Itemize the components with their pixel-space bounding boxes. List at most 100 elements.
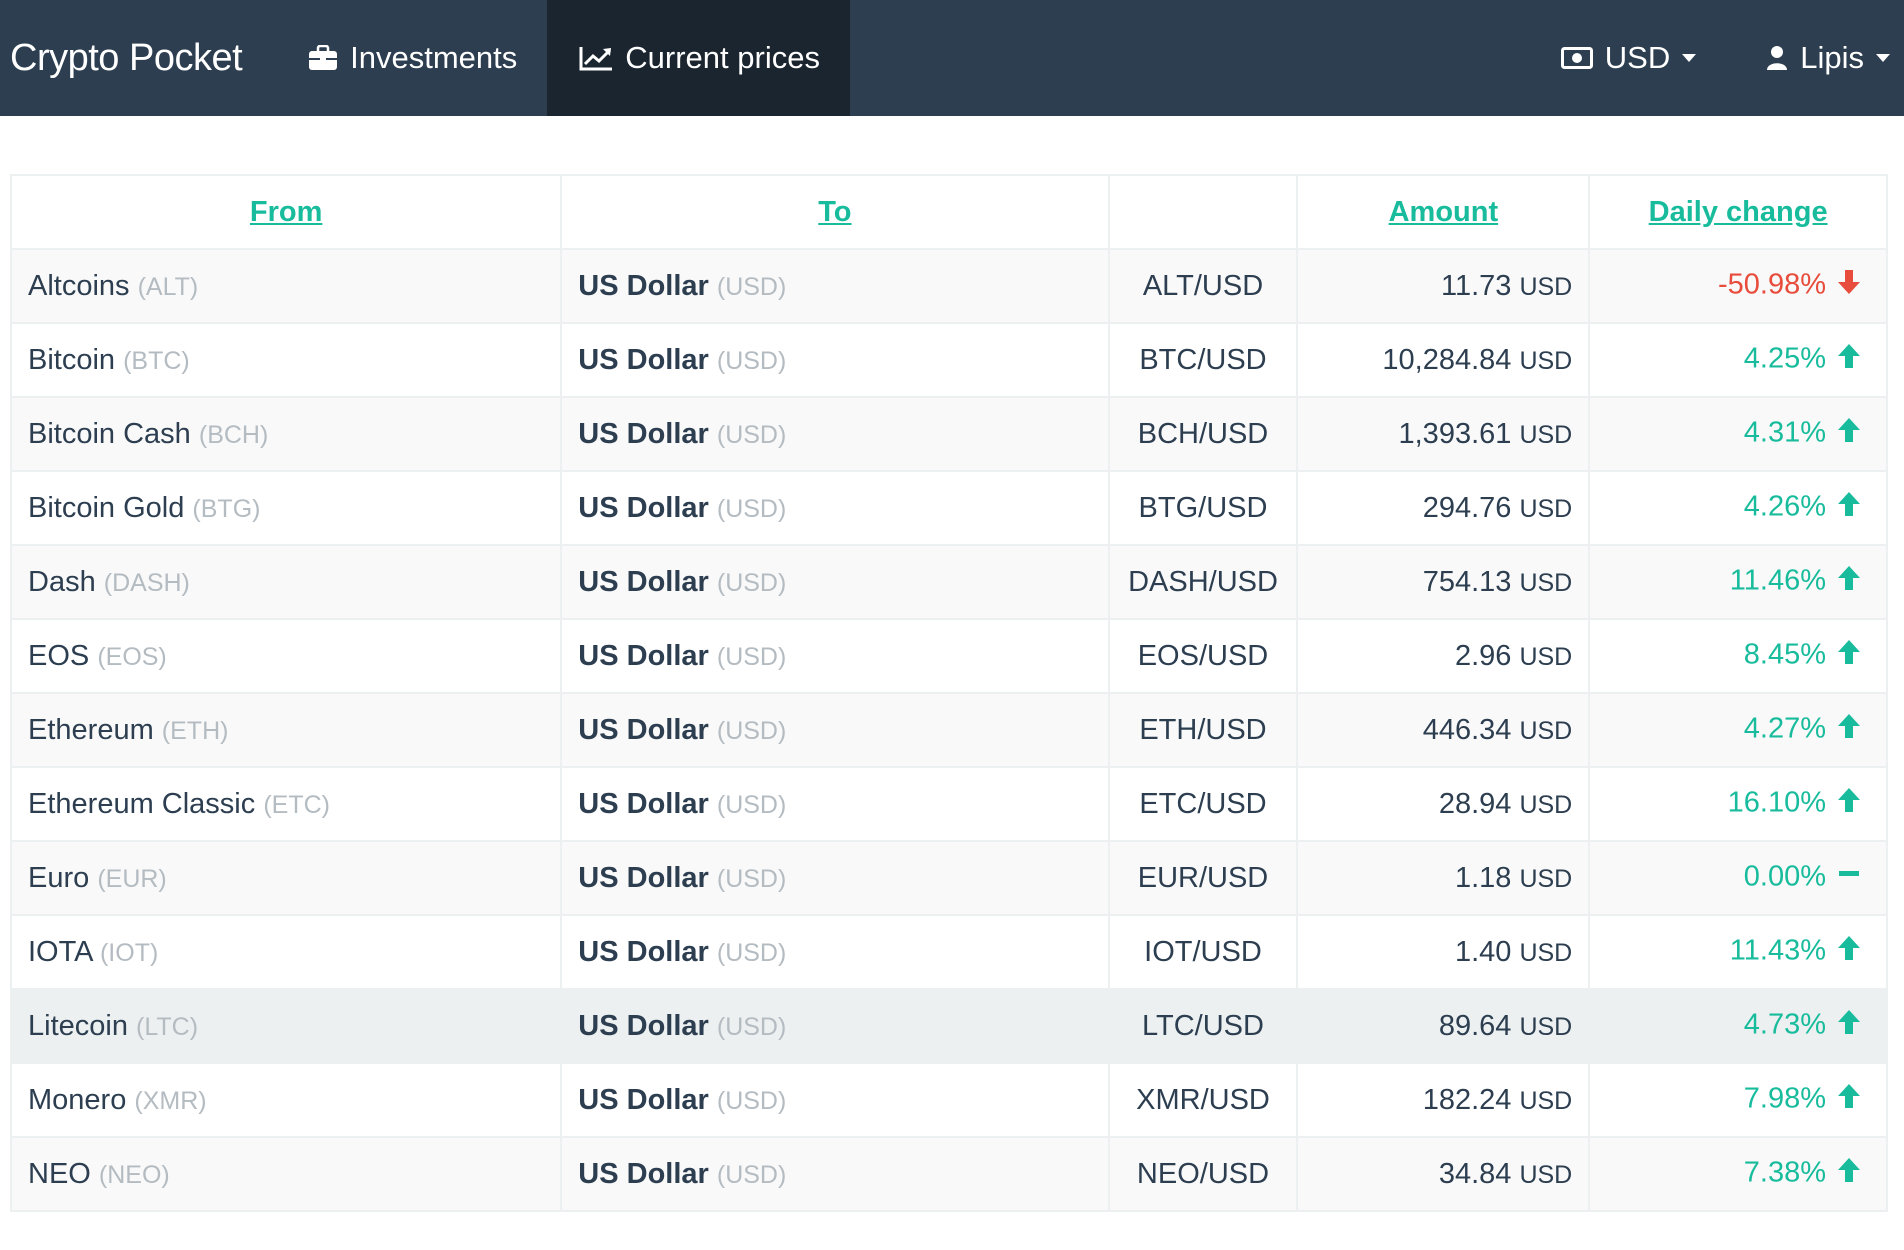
- amount-value: 1.18: [1454, 861, 1512, 894]
- table-row[interactable]: Ethereum Classic (ETC) US Dollar (USD) ETC…: [9, 766, 1888, 842]
- sort-from-link[interactable]: From: [250, 196, 323, 228]
- user-dropdown[interactable]: Lipis: [1736, 0, 1904, 116]
- to-name: US Dollar: [578, 565, 709, 598]
- to-name: US Dollar: [578, 713, 709, 746]
- arrow-up-icon: [1834, 342, 1864, 378]
- to-code: (USD): [716, 1012, 787, 1041]
- table-row[interactable]: Euro (EUR) US Dollar (USD) EUR/USD 1.18 USD…: [9, 840, 1888, 916]
- from-code: (EUR): [97, 864, 167, 893]
- table-row[interactable]: Bitcoin Gold (BTG) US Dollar (USD) BTG/USD…: [9, 470, 1888, 546]
- cell-to: US Dollar (USD): [560, 840, 1110, 916]
- to-code: (USD): [716, 420, 787, 449]
- cell-pair: BTC/USD: [1107, 322, 1299, 398]
- caret-down-icon: [1876, 54, 1890, 62]
- to-name: US Dollar: [578, 1009, 709, 1042]
- cell-pair: BTG/USD: [1107, 470, 1299, 546]
- from-name: NEO: [28, 1157, 91, 1190]
- sort-amount-link[interactable]: Amount: [1389, 196, 1499, 228]
- to-name: US Dollar: [578, 491, 709, 524]
- cell-amount: 1,393.61 USD: [1296, 396, 1591, 472]
- nav-current-prices[interactable]: Current prices: [547, 0, 850, 116]
- from-name: Bitcoin: [28, 343, 116, 376]
- table-row[interactable]: Ethereum (ETH) US Dollar (USD) ETH/USD 446.…: [9, 692, 1888, 768]
- table-row[interactable]: Litecoin (LTC) US Dollar (USD) LTC/USD 89.6…: [9, 988, 1888, 1064]
- table-row[interactable]: NEO (NEO) US Dollar (USD) NEO/USD 34.84 USD…: [9, 1136, 1888, 1212]
- cell-amount: 10,284.84 USD: [1296, 322, 1591, 398]
- to-code: (USD): [716, 568, 787, 597]
- cell-amount: 1.18 USD: [1296, 840, 1591, 916]
- minus-icon: [1834, 860, 1864, 896]
- from-code: (DASH): [103, 568, 190, 597]
- cell-daily-change: -50.98%: [1588, 248, 1888, 324]
- table-row[interactable]: Bitcoin (BTC) US Dollar (USD) BTC/USD 10,28…: [9, 322, 1888, 398]
- cell-to: US Dollar (USD): [560, 322, 1110, 398]
- cell-from: IOTA (IOT): [9, 914, 563, 990]
- amount-value: 182.24: [1422, 1083, 1512, 1116]
- from-name: Euro: [28, 861, 90, 894]
- header-to: To: [560, 174, 1110, 250]
- amount-unit: USD: [1519, 346, 1573, 375]
- cell-to: US Dollar (USD): [560, 692, 1110, 768]
- amount-unit: USD: [1519, 642, 1573, 671]
- amount-value: 446.34: [1422, 713, 1512, 746]
- to-code: (USD): [716, 642, 787, 671]
- to-code: (USD): [716, 716, 787, 745]
- amount-value: 294.76: [1422, 491, 1512, 524]
- from-name: Bitcoin Gold: [28, 491, 185, 524]
- header-amount: Amount: [1296, 174, 1591, 250]
- cell-pair: LTC/USD: [1107, 988, 1299, 1064]
- cell-amount: 34.84 USD: [1296, 1136, 1591, 1212]
- to-code: (USD): [716, 790, 787, 819]
- arrow-up-icon: [1834, 1156, 1864, 1192]
- amount-unit: USD: [1519, 938, 1573, 967]
- table-row[interactable]: Altcoins (ALT) US Dollar (USD) ALT/USD 11.7…: [9, 248, 1888, 324]
- cell-from: Bitcoin Gold (BTG): [9, 470, 563, 546]
- change-value: 11.46%: [1729, 564, 1826, 597]
- amount-unit: USD: [1519, 568, 1573, 597]
- cell-daily-change: 4.31%: [1588, 396, 1888, 472]
- to-name: US Dollar: [578, 1157, 709, 1190]
- cell-pair: ALT/USD: [1107, 248, 1299, 324]
- user-icon: [1766, 45, 1788, 71]
- change-value: 16.10%: [1727, 786, 1826, 819]
- table-row[interactable]: Dash (DASH) US Dollar (USD) DASH/USD 754.13…: [9, 544, 1888, 620]
- currency-dropdown[interactable]: USD: [1531, 0, 1736, 116]
- table-row[interactable]: EOS (EOS) US Dollar (USD) EOS/USD 2.96 USD 8…: [9, 618, 1888, 694]
- amount-value: 1.40: [1454, 935, 1512, 968]
- cell-amount: 89.64 USD: [1296, 988, 1591, 1064]
- table-header-row: From To Amount Daily change: [9, 174, 1888, 250]
- change-value: 4.25%: [1743, 342, 1826, 375]
- amount-unit: USD: [1519, 790, 1573, 819]
- cell-to: US Dollar (USD): [560, 618, 1110, 694]
- table-row[interactable]: IOTA (IOT) US Dollar (USD) IOT/USD 1.40 USD…: [9, 914, 1888, 990]
- table-row[interactable]: Monero (XMR) US Dollar (USD) XMR/USD 182.24…: [9, 1062, 1888, 1138]
- cell-to: US Dollar (USD): [560, 396, 1110, 472]
- amount-value: 754.13: [1422, 565, 1512, 598]
- cell-to: US Dollar (USD): [560, 914, 1110, 990]
- cell-from: NEO (NEO): [9, 1136, 563, 1212]
- currency-label: USD: [1604, 40, 1671, 75]
- cell-daily-change: 4.73%: [1588, 988, 1888, 1064]
- amount-unit: USD: [1519, 716, 1573, 745]
- change-value: 4.27%: [1743, 712, 1826, 745]
- amount-value: 1,393.61: [1398, 417, 1512, 450]
- line-chart-icon: [579, 45, 613, 71]
- nav-investments[interactable]: Investments: [278, 0, 547, 116]
- sort-daily-change-link[interactable]: Daily change: [1649, 196, 1828, 228]
- to-name: US Dollar: [578, 343, 709, 376]
- cell-pair: DASH/USD: [1107, 544, 1299, 620]
- table-row[interactable]: Bitcoin Cash (BCH) US Dollar (USD) BCH/USD…: [9, 396, 1888, 472]
- brand-logo[interactable]: Crypto Pocket: [0, 0, 278, 116]
- from-code: (BTG): [192, 494, 261, 523]
- header-daily-change: Daily change: [1588, 174, 1888, 250]
- amount-value: 2.96: [1454, 639, 1512, 672]
- sort-to-link[interactable]: To: [818, 196, 851, 228]
- cell-daily-change: 16.10%: [1588, 766, 1888, 842]
- cell-to: US Dollar (USD): [560, 248, 1110, 324]
- cell-amount: 28.94 USD: [1296, 766, 1591, 842]
- amount-unit: USD: [1519, 494, 1573, 523]
- cell-to: US Dollar (USD): [560, 1136, 1110, 1212]
- to-code: (USD): [716, 272, 787, 301]
- cell-daily-change: 11.43%: [1588, 914, 1888, 990]
- nav-investments-label: Investments: [350, 40, 518, 75]
